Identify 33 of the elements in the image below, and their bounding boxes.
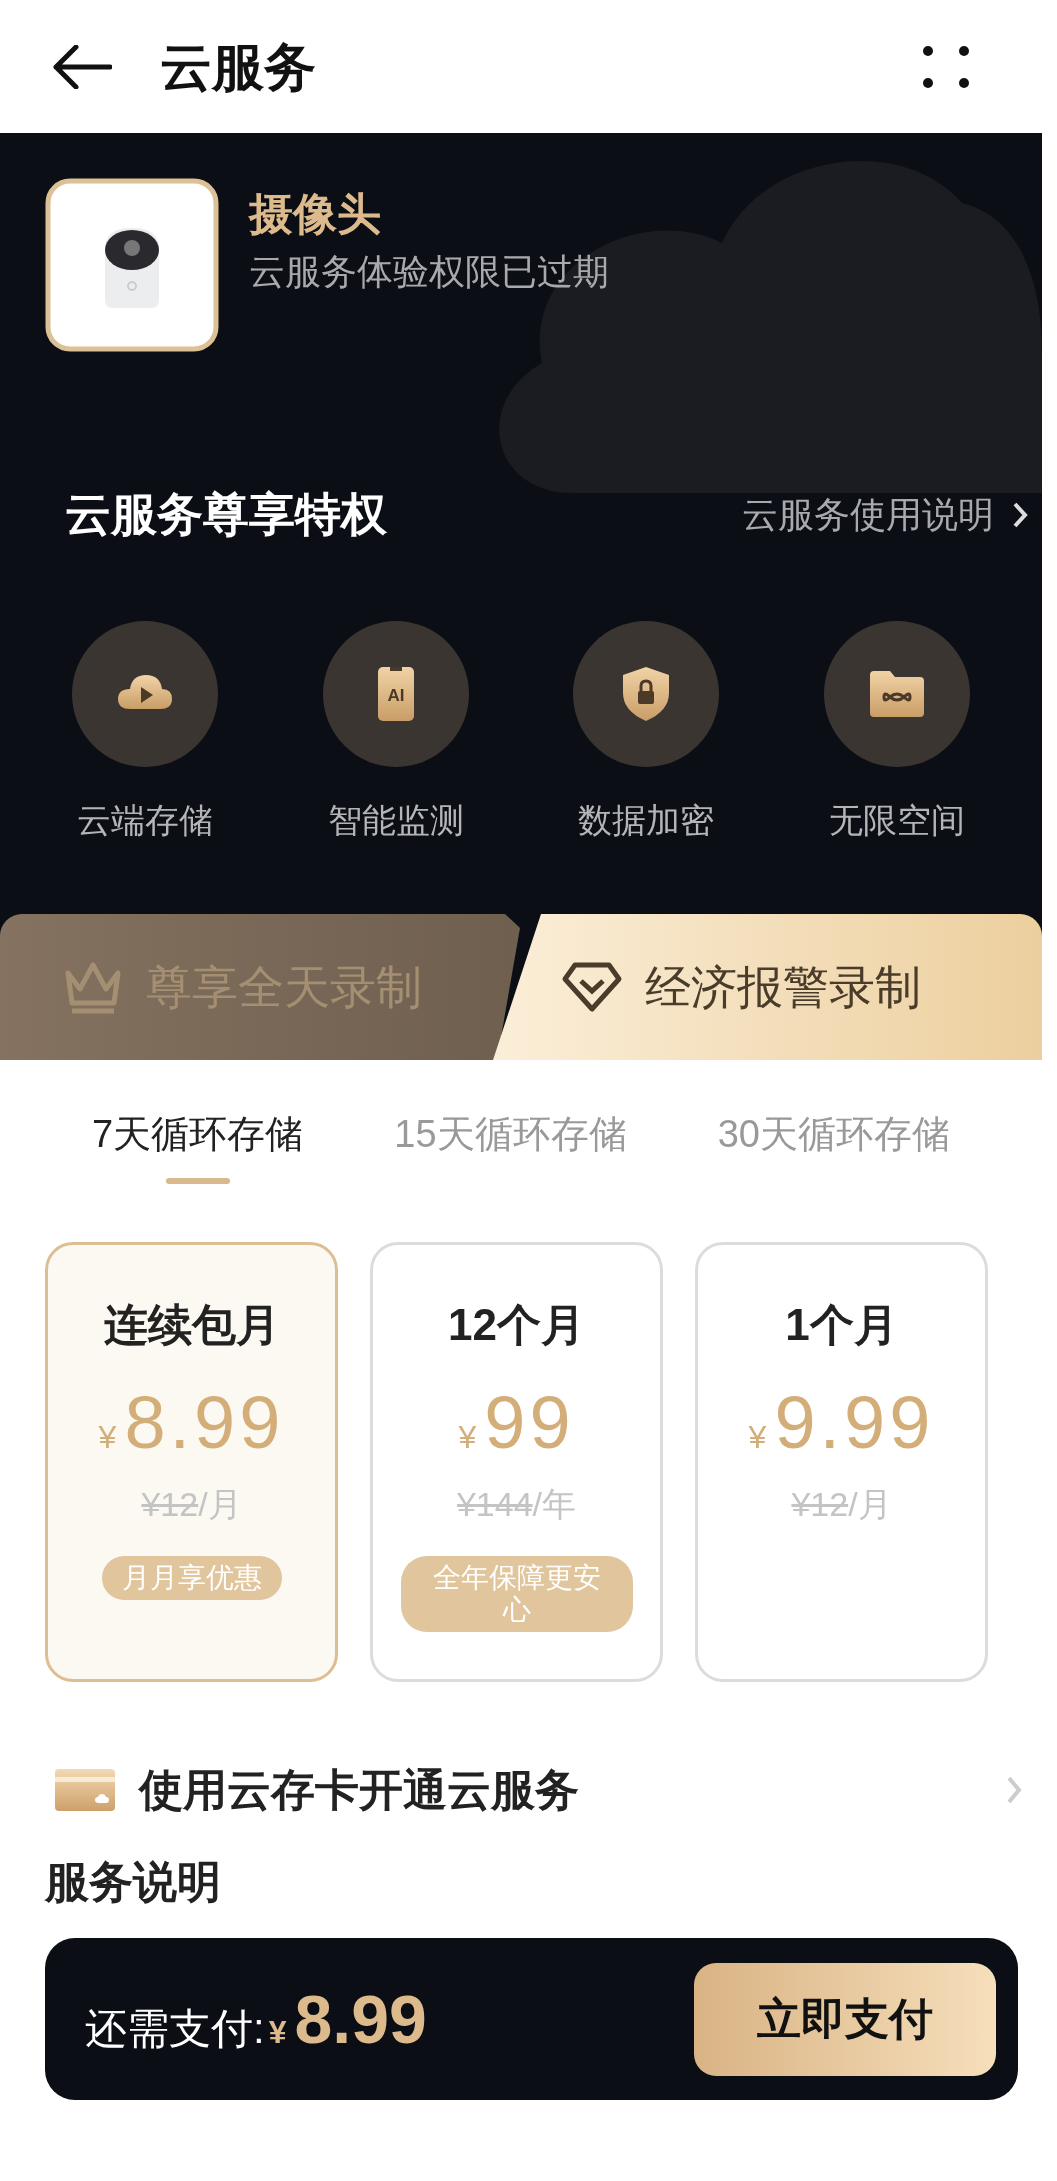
plan-price: ¥99 xyxy=(458,1381,575,1465)
back-icon[interactable] xyxy=(52,44,112,89)
amount-due: 还需支付:¥8.99 xyxy=(85,1980,428,2059)
original-price: ¥12/月 xyxy=(791,1484,892,1525)
plan-badge: 全年保障更安心 xyxy=(400,1556,633,1632)
card-icon xyxy=(55,1769,115,1811)
feature-label: 无限空间 xyxy=(828,800,965,841)
storage-tab[interactable]: 7天循环存储 xyxy=(92,1108,304,1242)
section-title: 云服务尊享特权 xyxy=(65,487,387,542)
original-price: ¥144/年 xyxy=(456,1484,577,1525)
section-title: 服务说明 xyxy=(45,1856,221,1908)
plan-card[interactable]: 12个月 ¥99 ¥144/年 全年保障更安心 xyxy=(370,1242,663,1682)
plan-badge: 月月享优惠 xyxy=(101,1556,282,1600)
plan-title: 连续包月 xyxy=(103,1299,280,1351)
feature-label: 智能监测 xyxy=(327,800,464,841)
pay-now-button[interactable]: 立即支付 xyxy=(694,1962,996,2076)
plan-card[interactable]: 连续包月 ¥8.99 ¥12/月 月月享优惠 xyxy=(45,1242,338,1682)
plan-card[interactable]: 1个月 ¥9.99 ¥12/月 xyxy=(695,1242,988,1682)
original-price: ¥12/月 xyxy=(141,1484,242,1525)
plan-price: ¥9.99 xyxy=(748,1381,935,1465)
plan-tab[interactable]: 经济报警录制 xyxy=(493,914,1042,1060)
feature-label: 数据加密 xyxy=(578,800,715,841)
chevron-right-icon xyxy=(1006,1775,1022,1805)
plan-price: ¥8.99 xyxy=(98,1381,285,1465)
plan-title: 1个月 xyxy=(785,1299,898,1351)
device-status: 云服务体验权限已过期 xyxy=(249,250,609,294)
chevron-right-icon xyxy=(1012,500,1028,529)
plan-title: 12个月 xyxy=(448,1299,585,1351)
usage-guide-link[interactable]: 云服务使用说明 xyxy=(742,487,1028,542)
feature-label: 云端存储 xyxy=(77,800,214,841)
page-title: 云服务 xyxy=(160,36,317,98)
device-name: 摄像头 xyxy=(249,188,382,240)
cloud-card-option[interactable]: 使用云存卡开通云服务 xyxy=(55,1742,1022,1838)
